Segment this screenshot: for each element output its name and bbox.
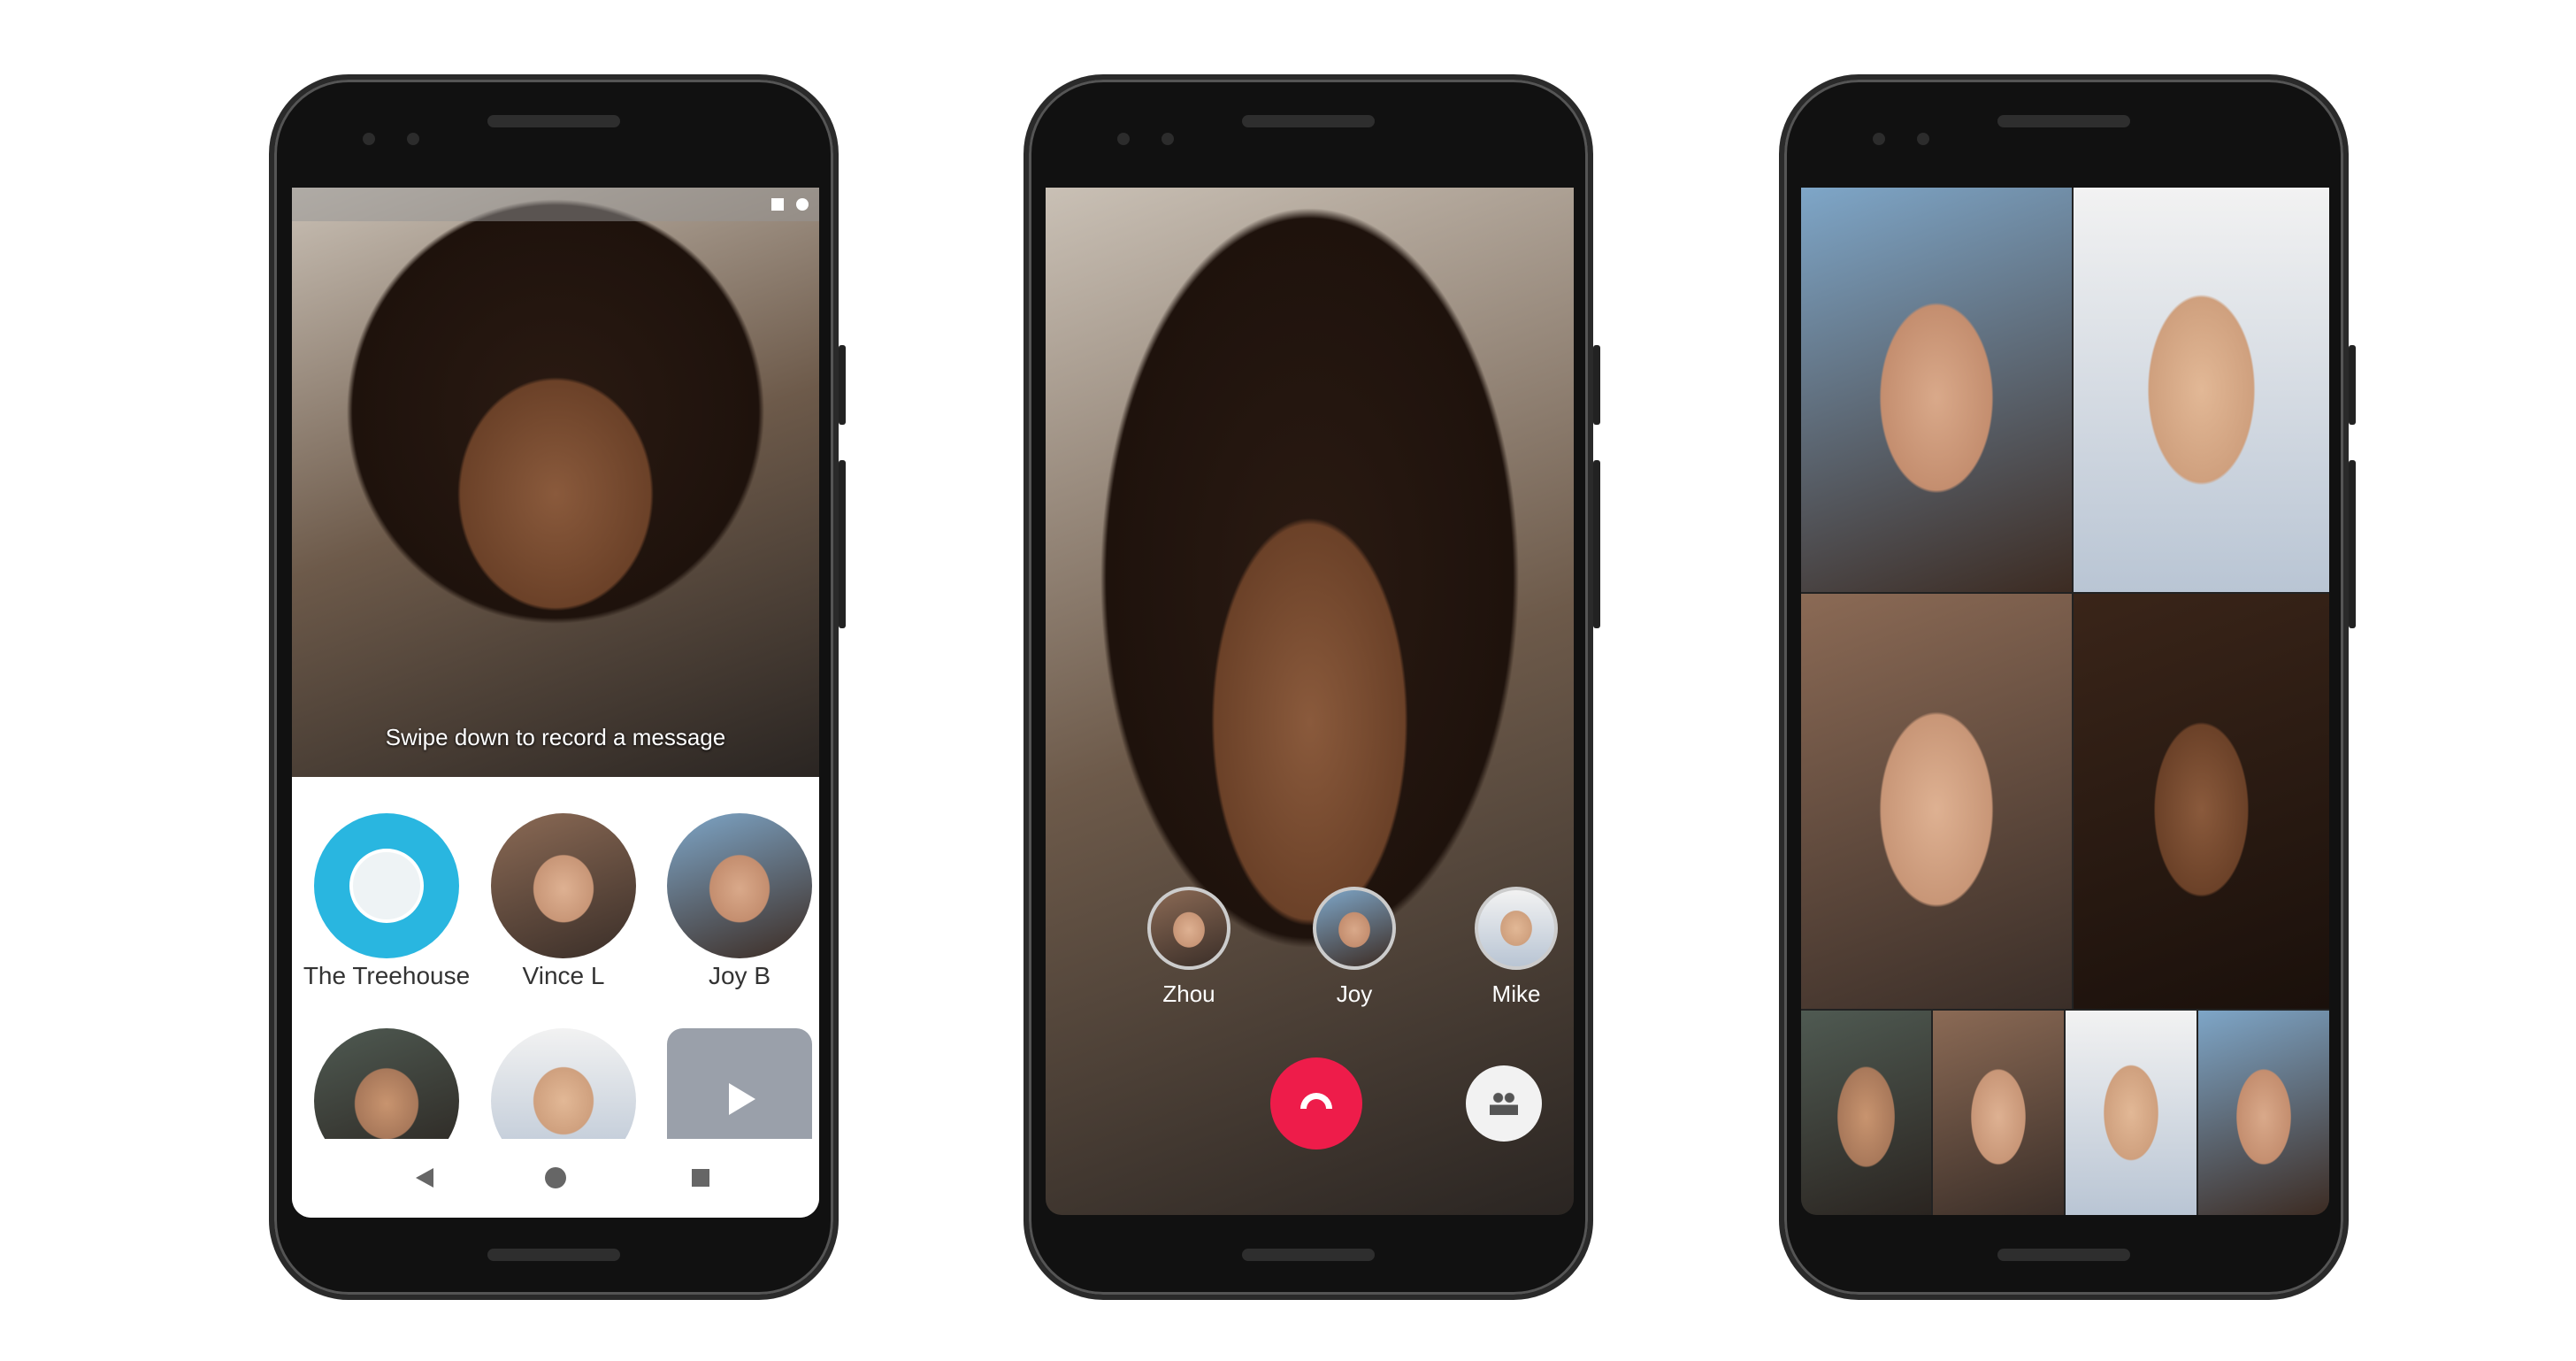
participant-video[interactable] <box>2066 1011 2196 1215</box>
battery-icon <box>796 198 809 211</box>
contact-label: Joy B <box>708 962 771 989</box>
participants-button[interactable] <box>1466 1065 1542 1142</box>
home-icon[interactable] <box>545 1167 566 1188</box>
participant-video[interactable] <box>2074 188 2329 592</box>
contact-joy-b[interactable] <box>667 813 812 958</box>
people-icon <box>1490 1092 1518 1115</box>
main-video-feed: Zhou Joy Mike <box>1046 188 1574 1215</box>
contact-label: The Treehouse <box>303 962 471 989</box>
participant-label: Zhou <box>1162 980 1215 1007</box>
play-icon <box>729 1083 755 1115</box>
back-icon[interactable] <box>416 1168 433 1188</box>
participant-avatar-joy[interactable] <box>1313 887 1396 970</box>
participant-avatar-zhou[interactable] <box>1147 887 1230 970</box>
hang-up-icon <box>1300 1093 1332 1109</box>
participant-video[interactable] <box>1801 188 2072 592</box>
participant-video[interactable] <box>1801 1011 1931 1215</box>
participant-video[interactable] <box>2074 594 2329 1009</box>
participant-video[interactable] <box>1801 594 2072 1009</box>
phone-group-call-screen <box>1779 74 2356 1300</box>
video-message-tile[interactable] <box>667 1028 812 1139</box>
participant-avatar-mike[interactable] <box>1475 887 1558 970</box>
participant-label: Joy <box>1336 980 1373 1007</box>
phone-contacts-screen: Swipe down to record a message The Treeh… <box>269 74 846 1300</box>
participant-video[interactable] <box>2198 1011 2329 1215</box>
phone-call-screen: Zhou Joy Mike <box>1024 74 1600 1300</box>
end-call-button[interactable] <box>1270 1057 1362 1150</box>
participant-label: Mike <box>1491 980 1541 1007</box>
self-video-preview[interactable]: Swipe down to record a message <box>292 188 819 777</box>
recents-icon[interactable] <box>692 1169 709 1187</box>
status-bar <box>292 188 819 221</box>
group-icon <box>349 849 424 923</box>
contact-vince-l[interactable] <box>491 813 636 958</box>
record-message-hint: Swipe down to record a message <box>385 724 726 750</box>
status-icon <box>771 198 784 211</box>
contact-label: Vince L <box>522 962 605 989</box>
nav-bar <box>292 1139 819 1218</box>
contact-the-treehouse[interactable] <box>314 813 459 958</box>
contact-avatar[interactable] <box>491 1028 636 1139</box>
participant-video[interactable] <box>1933 1011 2064 1215</box>
contact-avatar[interactable] <box>314 1028 459 1139</box>
